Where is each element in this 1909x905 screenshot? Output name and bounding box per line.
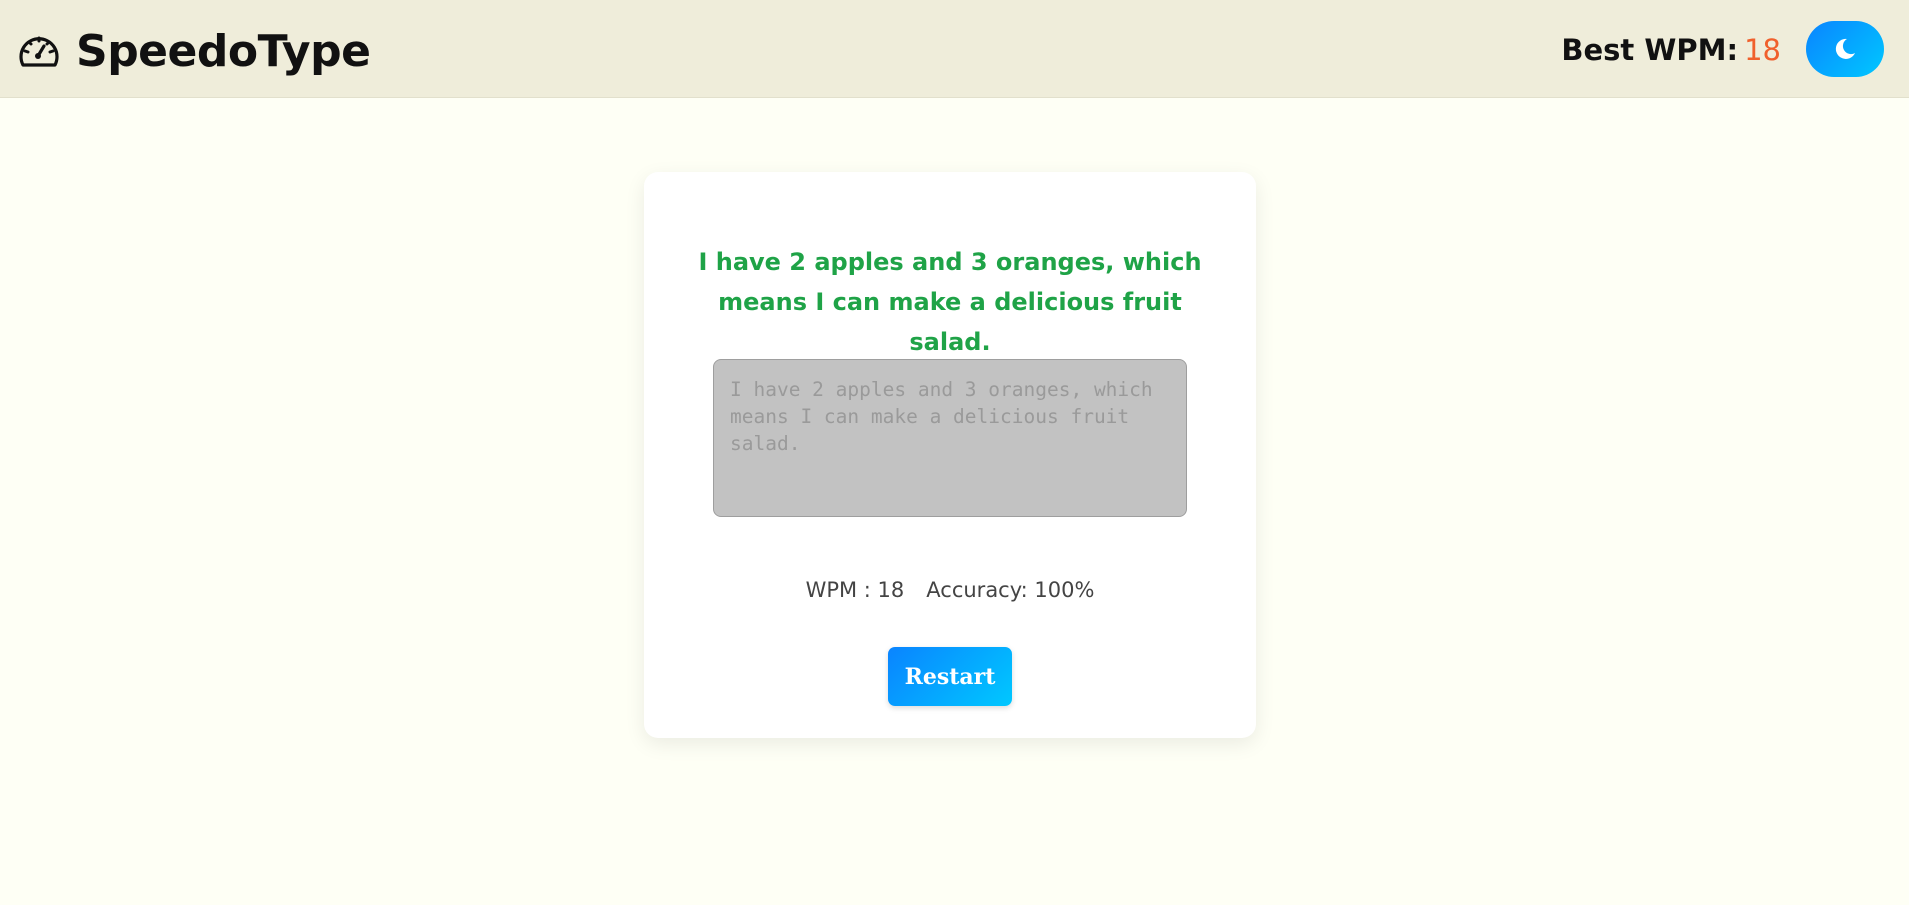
stats-row: WPM : 18 Accuracy: 100% — [644, 574, 1256, 606]
typing-test-card: I have 2 apples and 3 oranges, which mea… — [644, 172, 1256, 738]
moon-icon — [1835, 38, 1855, 59]
best-wpm: Best WPM: 18 — [1561, 30, 1781, 70]
brand-name: SpeedoType — [76, 26, 371, 77]
top-header: SpeedoType Best WPM: 18 — [0, 0, 1909, 98]
theme-toggle-button[interactable] — [1806, 21, 1884, 77]
brand[interactable]: SpeedoType — [16, 24, 371, 80]
target-sentence: I have 2 apples and 3 oranges, which mea… — [698, 248, 1202, 356]
best-wpm-label: Best WPM: — [1561, 33, 1739, 67]
accuracy-stat: Accuracy: 100% — [926, 578, 1095, 602]
best-wpm-value: 18 — [1744, 33, 1781, 67]
restart-button[interactable]: Restart — [888, 647, 1012, 706]
wpm-stat: WPM : 18 — [805, 578, 905, 602]
typing-input[interactable] — [713, 359, 1187, 517]
speedometer-icon — [19, 36, 59, 67]
